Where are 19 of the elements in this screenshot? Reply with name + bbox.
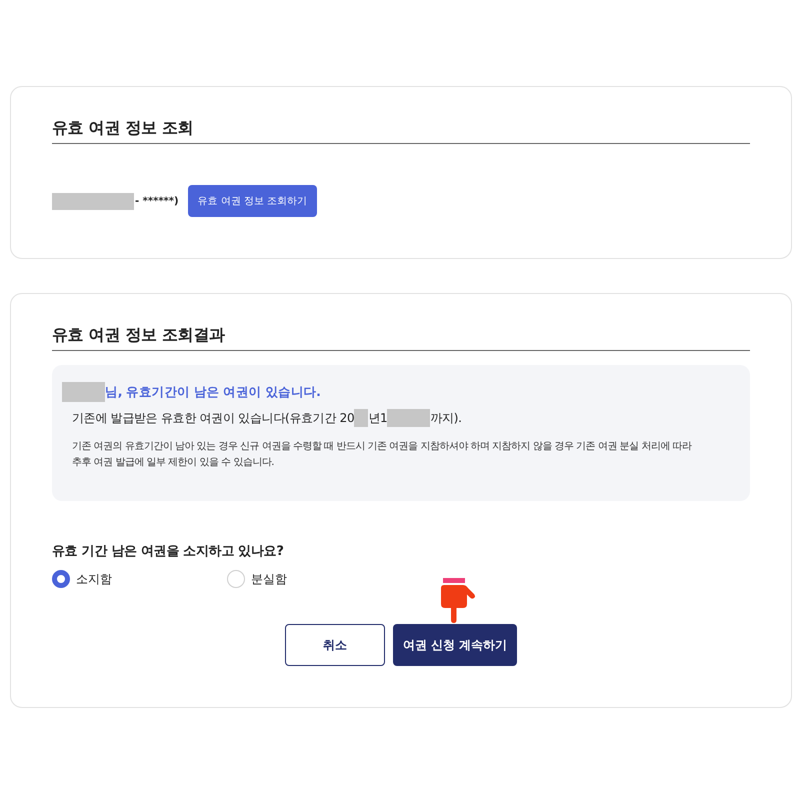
notice-heading: 님, 유효기간이 남은 여권이 있습니다.	[105, 384, 321, 400]
notice-text: 까지).	[430, 410, 462, 426]
lookup-button[interactable]: 유효 여권 정보 조회하기	[188, 185, 318, 217]
pointing-hand-icon	[440, 578, 476, 623]
redaction-block	[387, 409, 430, 427]
radio-label[interactable]: 분실함	[251, 570, 287, 588]
section-title: 유효 여권 정보 조회결과	[52, 325, 750, 351]
continue-button[interactable]: 여권 신청 계속하기	[393, 624, 517, 666]
redaction-block	[354, 409, 368, 427]
question-label: 유효 기간 남은 여권을 소지하고 있나요?	[52, 543, 285, 560]
notice-text: 기존에 발급받은 유효한 여권이 있습니다(유효기간 20	[72, 410, 354, 426]
masked-id-text: - ******)	[135, 196, 179, 206]
section-title: 유효 여권 정보 조회	[52, 118, 750, 144]
cancel-button[interactable]: 취소	[285, 624, 385, 666]
radio-button[interactable]	[52, 570, 70, 588]
notice-paragraph: 기존 여권의 유효기간이 남아 있는 경우 신규 여권을 수령할 때 반드시 기존 여권을 지참하셔야 하며 지참하지 않을 경우 기존 여권 분실 처리에 따라 추후 여권 발급에 일부 제한이 있을 수 있습니다.	[71, 440, 693, 470]
notice-text: 년1	[368, 410, 388, 426]
radio-label[interactable]: 소지함	[76, 570, 112, 588]
redaction-block	[62, 382, 105, 402]
